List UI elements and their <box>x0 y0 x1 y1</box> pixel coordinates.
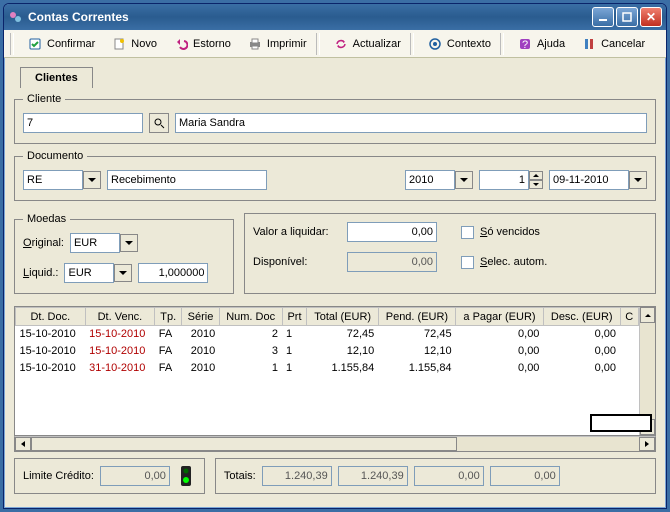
table-row[interactable]: 15-10-201015-10-2010FA20102172,4572,450,… <box>16 326 639 343</box>
scroll-right-button[interactable] <box>639 437 655 451</box>
col-tp[interactable]: Tp. <box>155 308 182 326</box>
disponivel-value <box>347 252 437 272</box>
total-3 <box>414 466 484 486</box>
doc-date-input[interactable] <box>549 170 629 190</box>
total-1 <box>262 466 332 486</box>
estorno-button[interactable]: Estorno <box>166 33 238 55</box>
col-dt-venc[interactable]: Dt. Venc. <box>85 308 155 326</box>
window: Contas Correntes ✕ Confirmar Novo Estorn… <box>3 3 667 509</box>
minimize-button[interactable] <box>592 7 614 27</box>
doc-year-select[interactable] <box>405 170 455 190</box>
doc-date-dropdown[interactable] <box>629 171 647 189</box>
refresh-icon <box>333 36 349 52</box>
doc-type-desc[interactable] <box>107 170 267 190</box>
documento-group: Documento <box>14 150 656 201</box>
liquid-currency-dropdown[interactable] <box>114 264 132 282</box>
cliente-legend: Cliente <box>23 93 65 105</box>
so-vencidos-checkbox[interactable] <box>461 226 474 239</box>
original-currency-dropdown[interactable] <box>120 234 138 252</box>
tab-strip: Clientes <box>20 66 656 87</box>
valor-liquidar-input[interactable] <box>347 222 437 242</box>
cliente-search-button[interactable] <box>149 113 169 133</box>
horizontal-scrollbar[interactable] <box>14 436 656 452</box>
actualizar-button[interactable]: Actualizar <box>326 33 408 55</box>
disponivel-label: Disponível: <box>253 256 341 268</box>
documento-legend: Documento <box>23 150 87 162</box>
liquid-currency-select[interactable] <box>64 263 114 283</box>
moedas-legend: Moedas <box>23 213 70 225</box>
col-c[interactable]: C <box>620 308 638 326</box>
cancel-icon <box>581 36 597 52</box>
rate-input[interactable] <box>138 263 208 283</box>
selec-autom-label: Selec. autom. <box>480 256 547 268</box>
help-icon: ? <box>517 36 533 52</box>
liquidar-group: Valor a liquidar: Só vencidos Disponível… <box>244 213 656 294</box>
svg-text:?: ? <box>522 39 528 51</box>
total-4 <box>490 466 560 486</box>
doc-seq-spinner[interactable] <box>529 171 543 189</box>
totais-label: Totais: <box>224 470 256 482</box>
col-dt-doc[interactable]: Dt. Doc. <box>16 308 86 326</box>
totais-group: Totais: <box>215 458 656 494</box>
print-icon <box>247 36 263 52</box>
table-row[interactable]: 15-10-201015-10-2010FA20103112,1012,100,… <box>16 343 639 360</box>
col-prt[interactable]: Prt <box>282 308 307 326</box>
app-icon <box>8 9 24 25</box>
doc-type-select[interactable] <box>23 170 83 190</box>
contexto-button[interactable]: Contexto <box>420 33 498 55</box>
col-num-doc[interactable]: Num. Doc <box>219 308 282 326</box>
limite-group: Limite Crédito: <box>14 458 205 494</box>
limite-value <box>100 466 170 486</box>
moedas-group: Moedas Original: Liquid.: <box>14 213 234 294</box>
window-title: Contas Correntes <box>28 10 590 24</box>
doc-year-dropdown[interactable] <box>455 171 473 189</box>
col-pend[interactable]: Pend. (EUR) <box>378 308 455 326</box>
titlebar[interactable]: Contas Correntes ✕ <box>4 4 666 30</box>
doc-type-dropdown[interactable] <box>83 171 101 189</box>
col-total[interactable]: Total (EUR) <box>307 308 378 326</box>
total-2 <box>338 466 408 486</box>
imprimir-button[interactable]: Imprimir <box>240 33 314 55</box>
col-desc[interactable]: Desc. (EUR) <box>543 308 620 326</box>
documents-table[interactable]: Dt. Doc. Dt. Venc. Tp. Série Num. Doc Pr… <box>14 306 656 436</box>
col-a-pagar[interactable]: a Pagar (EUR) <box>456 308 544 326</box>
toolbar: Confirmar Novo Estorno Imprimir Actualiz… <box>4 30 666 58</box>
novo-button[interactable]: Novo <box>104 33 164 55</box>
toolbar-grip <box>10 33 14 55</box>
undo-icon <box>173 36 189 52</box>
confirmar-button[interactable]: Confirmar <box>20 33 102 55</box>
close-button[interactable]: ✕ <box>640 7 662 27</box>
ajuda-button[interactable]: ?Ajuda <box>510 33 572 55</box>
tab-clientes[interactable]: Clientes <box>20 67 93 88</box>
selection-indicator <box>590 414 639 432</box>
scroll-thumb[interactable] <box>31 437 457 451</box>
valor-liquidar-label: Valor a liquidar: <box>253 226 341 238</box>
limite-label: Limite Crédito: <box>23 470 94 482</box>
original-label: Original: <box>23 237 64 249</box>
cliente-group: Cliente <box>14 93 656 144</box>
context-icon <box>427 36 443 52</box>
confirm-icon <box>27 36 43 52</box>
selec-autom-checkbox[interactable] <box>461 256 474 269</box>
table-row[interactable]: 15-10-201031-10-2010FA2010111.155,841.15… <box>16 360 639 377</box>
content: Clientes Cliente Documento <box>4 58 666 502</box>
traffic-light-icon <box>176 465 196 487</box>
new-icon <box>111 36 127 52</box>
original-currency-select[interactable] <box>70 233 120 253</box>
maximize-button[interactable] <box>616 7 638 27</box>
cancelar-button[interactable]: Cancelar <box>574 33 652 55</box>
liquid-label: Liquid.: <box>23 267 58 279</box>
so-vencidos-label: Só vencidos <box>480 226 540 238</box>
cliente-name-input[interactable] <box>175 113 647 133</box>
doc-seq-input[interactable] <box>479 170 529 190</box>
scroll-left-button[interactable] <box>15 437 31 451</box>
scroll-up-button[interactable] <box>640 307 655 323</box>
col-serie[interactable]: Série <box>182 308 220 326</box>
cliente-number-input[interactable] <box>23 113 143 133</box>
